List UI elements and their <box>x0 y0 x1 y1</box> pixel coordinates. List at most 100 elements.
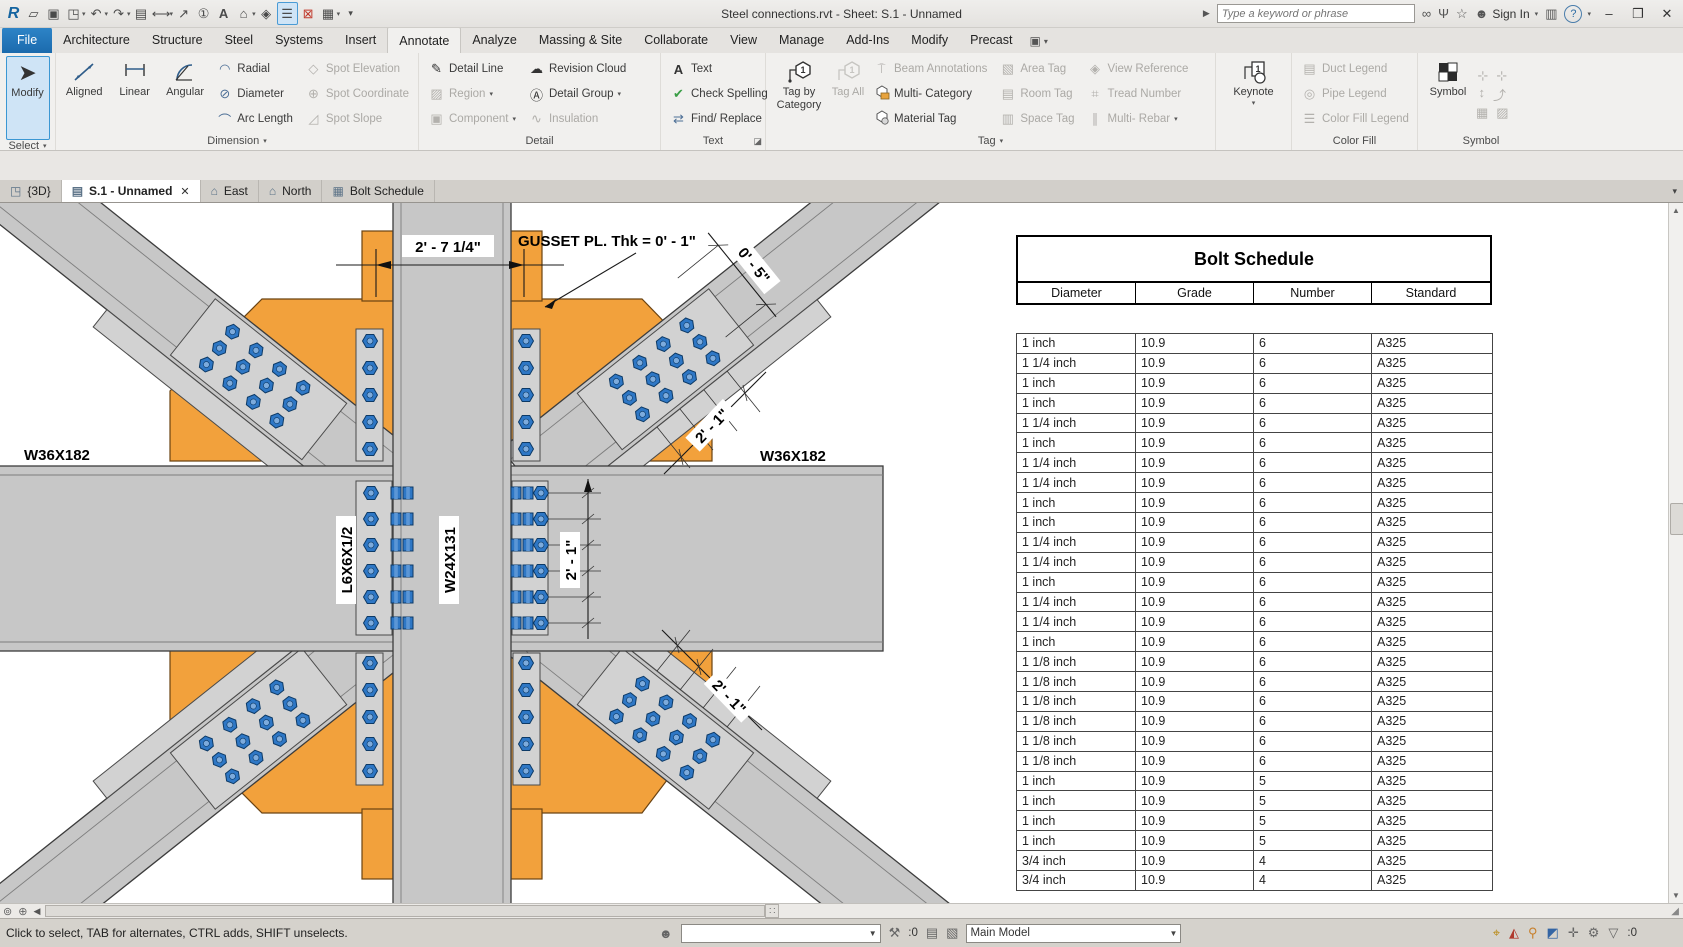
schedule-cell[interactable]: 6 <box>1254 652 1372 672</box>
schedule-cell[interactable]: A325 <box>1372 572 1493 592</box>
modify-options[interactable]: ▣▾ <box>1030 34 1048 53</box>
spot-slope-button[interactable]: ◿Spot Slope <box>300 107 414 131</box>
3d-view-caret-icon[interactable]: ▾ <box>252 10 256 18</box>
schedule-cell[interactable]: 3/4 inch <box>1017 871 1136 891</box>
pipe-legend-button[interactable]: ◎Pipe Legend <box>1296 82 1414 106</box>
spot-coordinate-button[interactable]: ⊕Spot Coordinate <box>300 82 414 106</box>
aligned-button[interactable]: Aligned <box>60 56 108 132</box>
zoom-icon[interactable]: ⊕ <box>15 905 30 918</box>
schedule-cell[interactable]: A325 <box>1372 672 1493 692</box>
schedule-cell[interactable]: A325 <box>1372 373 1493 393</box>
view-split-grip[interactable]: ∷ <box>765 904 779 918</box>
schedule-cell[interactable]: 1 inch <box>1017 831 1136 851</box>
schedule-row[interactable]: 1 inch10.95A325 <box>1017 811 1493 831</box>
rebar-symbol-icon[interactable]: ▨ <box>1496 105 1508 121</box>
schedule-cell[interactable]: 6 <box>1254 731 1372 751</box>
redo-caret-icon[interactable]: ▾ <box>127 10 131 18</box>
bolt-schedule-header[interactable]: Bolt Schedule DiameterGradeNumberStandar… <box>1016 235 1492 305</box>
schedule-cell[interactable]: 10.9 <box>1136 572 1254 592</box>
restore-button[interactable]: ❒ <box>1627 6 1649 22</box>
schedule-cell[interactable]: 10.9 <box>1136 672 1254 692</box>
ribbon-tab-manage[interactable]: Manage <box>768 27 835 53</box>
schedule-cell[interactable]: 6 <box>1254 572 1372 592</box>
schedule-row[interactable]: 1 1/4 inch10.96A325 <box>1017 552 1493 572</box>
schedule-column-number[interactable]: Number <box>1254 283 1372 303</box>
schedule-cell[interactable]: 10.9 <box>1136 851 1254 871</box>
schedule-row[interactable]: 1 inch10.95A325 <box>1017 831 1493 851</box>
schedule-cell[interactable]: 6 <box>1254 532 1372 552</box>
minimize-button[interactable]: – <box>1598 6 1620 21</box>
schedule-cell[interactable]: 10.9 <box>1136 692 1254 712</box>
schedule-column-grade[interactable]: Grade <box>1136 283 1254 303</box>
select-by-face-icon[interactable]: ◩ <box>1547 925 1559 941</box>
collapse-search-icon[interactable]: ▶ <box>1203 8 1210 19</box>
ribbon-tab-analyze[interactable]: Analyze <box>461 27 527 53</box>
schedule-row[interactable]: 1 1/4 inch10.96A325 <box>1017 453 1493 473</box>
workset-select[interactable]: ▼ <box>681 924 881 943</box>
schedule-cell[interactable]: 10.9 <box>1136 771 1254 791</box>
schedule-cell[interactable]: 1 inch <box>1017 433 1136 453</box>
ribbon-tab-annotate[interactable]: Annotate <box>387 27 461 53</box>
schedule-cell[interactable]: 1 1/4 inch <box>1017 413 1136 433</box>
schedule-cell[interactable]: A325 <box>1372 612 1493 632</box>
column-label[interactable]: W24X131 <box>439 516 459 604</box>
schedule-cell[interactable]: 10.9 <box>1136 413 1254 433</box>
symbol-button[interactable]: Symbol <box>1422 56 1474 132</box>
schedule-cell[interactable]: 6 <box>1254 393 1372 413</box>
ribbon-tab-view[interactable]: View <box>719 27 768 53</box>
spot-elevation-button[interactable]: ◇Spot Elevation <box>300 57 414 81</box>
schedule-cell[interactable]: 1 inch <box>1017 513 1136 533</box>
schedule-row[interactable]: 1 1/4 inch10.96A325 <box>1017 353 1493 373</box>
schedule-cell[interactable]: 1 1/4 inch <box>1017 473 1136 493</box>
favorites-icon[interactable]: ☆ <box>1456 6 1468 22</box>
steering-wheel-icon[interactable]: ⊚ <box>0 905 15 918</box>
schedule-cell[interactable]: A325 <box>1372 552 1493 572</box>
arc-length-button[interactable]: ⌒Arc Length <box>211 107 298 131</box>
vertical-scrollbar[interactable]: ▲ ▼ <box>1668 203 1683 903</box>
schedule-row[interactable]: 1 inch10.96A325 <box>1017 572 1493 592</box>
schedule-cell[interactable]: 10.9 <box>1136 831 1254 851</box>
design-option-select[interactable]: Main Model▼ <box>966 924 1181 943</box>
schedule-cell[interactable]: 10.9 <box>1136 532 1254 552</box>
schedule-cell[interactable]: 1 1/4 inch <box>1017 592 1136 612</box>
select-links-icon[interactable]: ⌖ <box>1493 925 1500 941</box>
schedule-cell[interactable]: A325 <box>1372 791 1493 811</box>
schedule-cell[interactable]: A325 <box>1372 851 1493 871</box>
bolt-schedule-title[interactable]: Bolt Schedule <box>1016 235 1492 283</box>
select-pinned-icon[interactable]: ⚲ <box>1528 925 1538 941</box>
schedule-cell[interactable]: 10.9 <box>1136 453 1254 473</box>
multi-category-button[interactable]: Multi- Category <box>868 82 992 106</box>
aligned-dimension-icon[interactable]: ↗ <box>174 3 193 24</box>
close-inactive-views-icon[interactable]: ⊠ <box>299 3 318 24</box>
schedule-cell[interactable]: 10.9 <box>1136 433 1254 453</box>
schedule-row[interactable]: 1 1/8 inch10.96A325 <box>1017 652 1493 672</box>
search-binoculars-icon[interactable]: ∞ <box>1422 6 1431 21</box>
schedule-cell[interactable]: A325 <box>1372 353 1493 373</box>
view-reference-button[interactable]: ◈View Reference <box>1081 57 1193 81</box>
app-store-cart-icon[interactable]: ▥ <box>1545 6 1557 22</box>
help-icon[interactable]: ? <box>1564 5 1582 23</box>
help-caret-icon[interactable]: ▾ <box>1587 10 1591 18</box>
schedule-cell[interactable]: 10.9 <box>1136 871 1254 891</box>
vertical-scroll-thumb[interactable] <box>1670 503 1683 535</box>
schedule-cell[interactable]: A325 <box>1372 413 1493 433</box>
schedule-cell[interactable]: 6 <box>1254 592 1372 612</box>
ribbon-tab-collaborate[interactable]: Collaborate <box>633 27 719 53</box>
schedule-row[interactable]: 1 1/8 inch10.96A325 <box>1017 751 1493 771</box>
tag-by-category-qat-icon[interactable]: ① <box>194 3 213 24</box>
schedule-row[interactable]: 1 1/8 inch10.96A325 <box>1017 731 1493 751</box>
modify-button[interactable]: ➤ Modify <box>6 56 50 140</box>
open-icon[interactable]: ▱ <box>24 3 43 24</box>
ribbon-tab-architecture[interactable]: Architecture <box>52 27 141 53</box>
tread-number-button[interactable]: ⌗Tread Number <box>1081 82 1193 106</box>
ribbon-tab-massing-site[interactable]: Massing & Site <box>528 27 633 53</box>
redo-icon[interactable]: ↷ <box>109 3 128 24</box>
schedule-cell[interactable]: A325 <box>1372 334 1493 354</box>
schedule-cell[interactable]: 1 1/4 inch <box>1017 453 1136 473</box>
print-icon[interactable]: ▤ <box>132 3 151 24</box>
schedule-cell[interactable]: 6 <box>1254 552 1372 572</box>
text-panel-launcher-icon[interactable]: ◪ <box>753 136 762 147</box>
schedule-cell[interactable]: A325 <box>1372 871 1493 891</box>
schedule-cell[interactable]: 3/4 inch <box>1017 851 1136 871</box>
schedule-cell[interactable]: A325 <box>1372 393 1493 413</box>
